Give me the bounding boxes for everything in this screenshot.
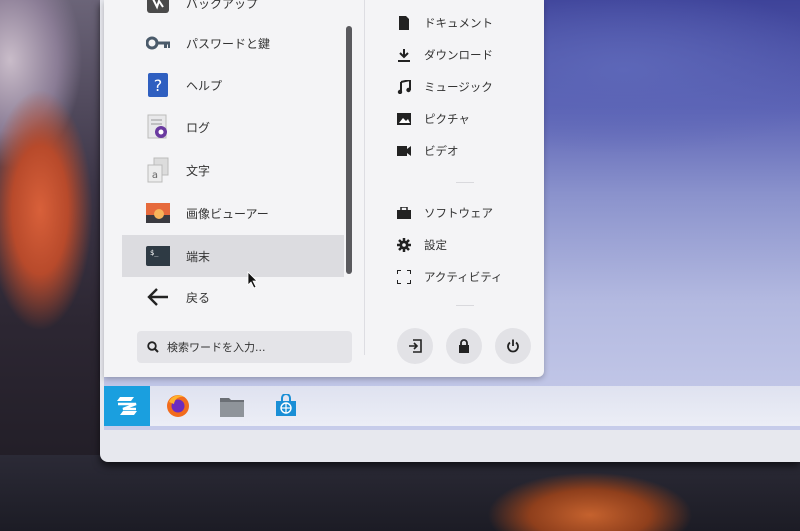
wallpaper-mountain-left xyxy=(0,0,110,531)
zorin-menu-icon xyxy=(115,396,139,416)
app-label: 文字 xyxy=(186,163,211,178)
app-item-backup[interactable]: バックアップ xyxy=(122,0,344,24)
software-store-launcher[interactable] xyxy=(274,394,298,418)
section-separator xyxy=(456,305,474,306)
lock-icon xyxy=(458,339,470,353)
place-label: ドキュメント xyxy=(424,16,493,30)
help-icon: ? xyxy=(146,73,170,97)
app-label: パスワードと鍵 xyxy=(186,36,271,51)
download-icon xyxy=(396,47,412,63)
search-icon xyxy=(147,341,159,353)
key-icon xyxy=(146,31,170,55)
place-pictures[interactable]: ピクチャ xyxy=(396,107,470,131)
svg-text:$_: $_ xyxy=(150,249,159,257)
logout-button[interactable] xyxy=(397,328,433,364)
place-videos[interactable]: ビデオ xyxy=(396,139,459,163)
section-separator xyxy=(456,182,474,183)
place-music[interactable]: ミュージック xyxy=(396,75,493,99)
back-label: 戻る xyxy=(186,290,211,305)
system-activities[interactable]: アクティビティ xyxy=(396,265,503,289)
app-item-passwords-and-keys[interactable]: パスワードと鍵 xyxy=(122,22,344,64)
backup-icon xyxy=(146,0,170,15)
app-label: 端末 xyxy=(186,249,211,264)
lock-button[interactable] xyxy=(446,328,482,364)
logout-icon xyxy=(408,339,422,353)
activities-icon xyxy=(396,269,412,285)
app-label: バックアップ xyxy=(186,0,259,11)
search-input[interactable]: 検索ワードを入力... xyxy=(137,331,352,363)
system-software[interactable]: ソフトウェア xyxy=(396,201,493,225)
start-menu: バックアップ パスワードと鍵 ? ヘルプ ログ a 文字 画像ビューアー $_ … xyxy=(104,0,544,377)
video-icon xyxy=(396,143,412,159)
app-label: ログ xyxy=(186,120,211,135)
system-label: 設定 xyxy=(424,238,447,252)
app-label: 画像ビューアー xyxy=(186,206,269,221)
firefox-launcher[interactable] xyxy=(166,394,190,418)
app-item-log[interactable]: ログ xyxy=(122,106,344,148)
place-documents[interactable]: ドキュメント xyxy=(396,11,493,35)
search-placeholder: 検索ワードを入力... xyxy=(167,341,266,354)
app-list: バックアップ パスワードと鍵 ? ヘルプ ログ a 文字 画像ビューアー $_ … xyxy=(104,0,364,377)
app-label: ヘルプ xyxy=(186,78,223,93)
places-panel: ドキュメント ダウンロード ミュージック ピクチャ ビデオ ソフトウェア 設定 … xyxy=(366,0,544,377)
firefox-icon xyxy=(166,394,190,418)
music-icon xyxy=(396,79,412,95)
power-icon xyxy=(506,339,520,353)
place-label: ビデオ xyxy=(424,144,459,158)
back-arrow-icon xyxy=(146,285,170,309)
place-label: ピクチャ xyxy=(424,112,470,126)
back-button[interactable]: 戻る xyxy=(122,276,344,318)
svg-text:?: ? xyxy=(154,76,163,95)
app-item-image-viewer[interactable]: 画像ビューアー xyxy=(122,192,344,234)
mouse-cursor-icon xyxy=(247,271,259,293)
menu-divider xyxy=(364,0,365,355)
files-icon xyxy=(220,395,244,417)
place-label: ミュージック xyxy=(424,80,493,94)
picture-icon xyxy=(396,111,412,127)
briefcase-icon xyxy=(396,205,412,221)
characters-icon: a xyxy=(146,157,170,183)
app-item-help[interactable]: ? ヘルプ xyxy=(122,64,344,106)
svg-text:a: a xyxy=(152,170,158,181)
place-label: ダウンロード xyxy=(424,48,493,62)
app-list-scrollbar[interactable] xyxy=(346,26,352,274)
gear-icon xyxy=(396,237,412,253)
app-item-characters[interactable]: a 文字 xyxy=(122,149,344,191)
zorin-menu-button[interactable] xyxy=(104,386,150,426)
place-downloads[interactable]: ダウンロード xyxy=(396,43,493,67)
files-launcher[interactable] xyxy=(220,394,244,418)
system-label: ソフトウェア xyxy=(424,206,493,220)
terminal-icon: $_ xyxy=(146,244,170,268)
system-settings[interactable]: 設定 xyxy=(396,233,447,257)
taskbar xyxy=(104,386,800,426)
software-store-icon xyxy=(274,394,298,418)
app-item-terminal[interactable]: $_ 端末 xyxy=(122,235,344,277)
power-button[interactable] xyxy=(495,328,531,364)
image-viewer-icon xyxy=(146,201,170,225)
log-viewer-icon xyxy=(146,114,170,139)
system-label: アクティビティ xyxy=(424,270,503,284)
wallpaper-mountain-bottom xyxy=(0,455,800,531)
document-icon xyxy=(396,15,412,31)
